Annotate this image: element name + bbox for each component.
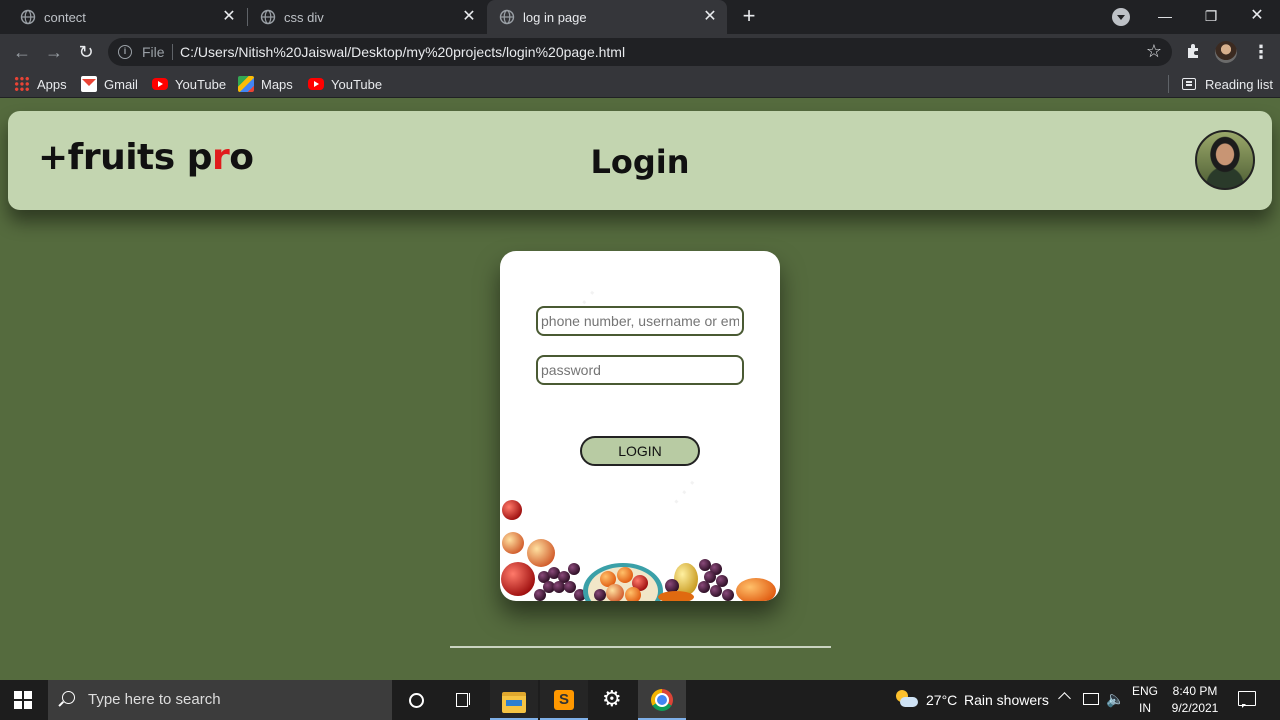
chrome-icon[interactable]: [638, 680, 686, 720]
profile-avatar-icon[interactable]: [1215, 41, 1237, 63]
tab-search-icon[interactable]: [1112, 8, 1130, 26]
tab-log-in-page[interactable]: log in page ✕: [487, 0, 727, 34]
weather-condition[interactable]: Rain showers: [964, 692, 1049, 708]
site-header: +fruits pro Login: [8, 111, 1272, 210]
bookmark-maps[interactable]: Maps: [238, 75, 293, 93]
scheme-label: File: [142, 44, 165, 60]
bookmark-youtube-2[interactable]: YouTube: [308, 75, 382, 93]
globe-icon: [499, 9, 515, 25]
bookmark-youtube[interactable]: YouTube: [152, 75, 226, 93]
windows-start-icon[interactable]: [14, 691, 32, 709]
tab-title: css div: [284, 9, 324, 25]
settings-gear-icon[interactable]: [589, 680, 637, 720]
browser-toolbar: ← → ↻ i File C:/Users/Nitish%20Jaiswal/D…: [0, 34, 1280, 70]
gmail-icon: [81, 76, 97, 92]
bookmarks-divider: [1168, 75, 1169, 93]
bookmark-gmail[interactable]: Gmail: [81, 75, 138, 93]
reading-list-icon: [1182, 78, 1196, 90]
youtube-icon: [152, 78, 168, 90]
page-viewport: +fruits pro Login · · · · · · LOGIN: [0, 99, 1280, 680]
bookmark-star-icon[interactable]: ☆: [1146, 41, 1162, 62]
fruits-illustration: [501, 500, 776, 601]
bookmark-label: YouTube: [331, 76, 383, 92]
minimize-icon[interactable]: —: [1150, 4, 1180, 28]
user-avatar[interactable]: [1195, 130, 1255, 190]
reload-icon[interactable]: ↻: [74, 40, 98, 64]
bookmark-label: Gmail: [104, 76, 138, 92]
globe-icon: [260, 9, 276, 25]
login-button[interactable]: LOGIN: [580, 436, 700, 466]
tab-css-div[interactable]: css div ✕: [240, 0, 486, 34]
forward-icon[interactable]: →: [42, 40, 66, 64]
info-icon[interactable]: i: [118, 45, 132, 59]
chevron-up-icon[interactable]: [1058, 692, 1071, 705]
windows-taskbar: Type here to search 27°C Rain showers 🔈 …: [0, 680, 1280, 720]
reading-list-button[interactable]: Reading list: [1182, 75, 1273, 93]
close-tab-icon[interactable]: ✕: [701, 8, 719, 26]
tab-title: log in page: [523, 9, 587, 25]
apps-grid-icon: [14, 76, 30, 92]
cortana-icon[interactable]: [392, 680, 440, 720]
close-tab-icon[interactable]: ✕: [460, 8, 478, 26]
back-icon[interactable]: ←: [10, 40, 34, 64]
sublime-text-icon[interactable]: [540, 680, 588, 720]
region-code[interactable]: IN: [1130, 701, 1160, 715]
clock-date[interactable]: 9/2/2021: [1166, 701, 1224, 715]
url-text[interactable]: C:/Users/Nitish%20Jaiswal/Desktop/my%20p…: [180, 44, 625, 60]
close-tab-icon[interactable]: ✕: [220, 8, 238, 26]
page-title: Login: [590, 143, 690, 181]
login-card: · · · · · · LOGIN: [500, 251, 780, 601]
notifications-icon[interactable]: [1238, 691, 1256, 708]
reading-list-label: Reading list: [1205, 76, 1273, 92]
extensions-puzzle-icon[interactable]: [1185, 42, 1203, 60]
new-tab-button[interactable]: +: [737, 5, 761, 29]
network-icon[interactable]: [1083, 693, 1099, 705]
omnibox-divider: [172, 44, 173, 60]
bookmark-label: Apps: [37, 76, 67, 92]
bookmark-label: Maps: [261, 76, 293, 92]
weather-temp[interactable]: 27°C: [926, 692, 957, 708]
tab-title: contect: [44, 9, 86, 25]
volume-icon[interactable]: 🔈: [1106, 690, 1125, 708]
tab-contect[interactable]: contect ✕: [0, 0, 246, 34]
bookmark-apps[interactable]: Apps: [14, 75, 67, 93]
globe-icon: [20, 9, 36, 25]
password-input[interactable]: [536, 355, 744, 385]
youtube-icon: [308, 78, 324, 90]
username-input[interactable]: [536, 306, 744, 336]
divider-line: [450, 646, 831, 648]
search-icon: [62, 691, 75, 704]
search-placeholder: Type here to search: [88, 691, 221, 708]
language-code[interactable]: ENG: [1130, 684, 1160, 698]
tab-strip: contect ✕ css div ✕ log in page ✕ + — ❐ …: [0, 0, 1280, 34]
taskbar-search[interactable]: Type here to search: [48, 680, 392, 720]
file-explorer-icon[interactable]: [490, 680, 538, 720]
task-view-icon[interactable]: [440, 680, 488, 720]
address-bar[interactable]: i File C:/Users/Nitish%20Jaiswal/Desktop…: [108, 38, 1172, 66]
close-window-icon[interactable]: ✕: [1242, 4, 1272, 28]
maps-icon: [238, 76, 254, 92]
weather-cloud-sun-icon[interactable]: [896, 690, 918, 710]
bookmarks-bar: Apps Gmail YouTube Maps YouTube Reading …: [0, 70, 1280, 98]
restore-icon[interactable]: ❐: [1196, 4, 1226, 28]
clock-time[interactable]: 8:40 PM: [1166, 684, 1224, 698]
more-menu-icon[interactable]: ⋮: [1252, 42, 1270, 62]
bookmark-label: YouTube: [175, 76, 227, 92]
